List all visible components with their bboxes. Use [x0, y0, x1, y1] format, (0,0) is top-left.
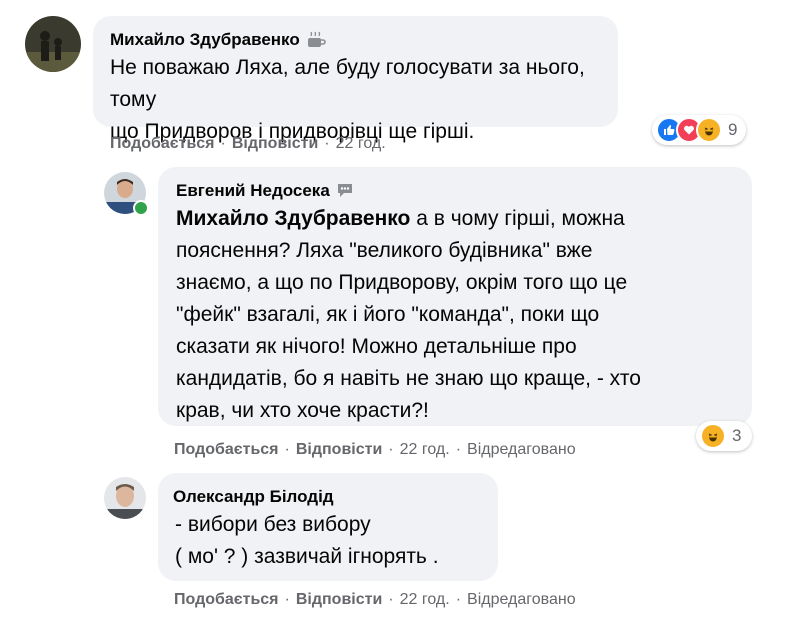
- separator: ·: [455, 591, 462, 608]
- avatar[interactable]: [25, 16, 81, 72]
- separator: ·: [284, 441, 290, 458]
- comment-actions: Подобається · Відповісти · 22 год.: [110, 135, 386, 153]
- timestamp[interactable]: 22 год.: [400, 591, 450, 609]
- edited-label[interactable]: Відредаговано: [467, 591, 576, 609]
- speech-bubble-icon: [336, 182, 356, 200]
- like-link[interactable]: Подобається: [174, 441, 279, 459]
- comment-text: Михайло Здубравенко а в чому гірші, можн…: [176, 203, 736, 427]
- comment-actions: Подобається · Відповісти · 22 год. · Від…: [174, 441, 576, 459]
- reply-link[interactable]: Відповісти: [296, 441, 382, 459]
- separator: ·: [220, 135, 226, 152]
- reply-link[interactable]: Відповісти: [232, 135, 318, 153]
- haha-reaction-icon: [700, 423, 726, 449]
- comment-bubble: Михайло Здубравенко Не поважаю Ляха, але…: [93, 16, 618, 143]
- comment-bubble: Олександр Білодід - вибори без вибору ( …: [158, 473, 498, 581]
- comment-bubble: Евгений Недосека Михайло Здубравенко а в…: [158, 167, 752, 426]
- comment-author: Олександр Білодід: [173, 487, 482, 507]
- like-link[interactable]: Подобається: [174, 591, 279, 609]
- separator: ·: [284, 591, 290, 608]
- comment-line-text: а в чому гірші, можна: [410, 207, 625, 230]
- author-name[interactable]: Евгений Недосека: [176, 181, 330, 201]
- timestamp[interactable]: 22 год.: [400, 441, 450, 459]
- comment-line: крав, чи хто хоче красти?!: [176, 399, 429, 422]
- comment-line: - вибори без вибору: [175, 513, 371, 536]
- separator: ·: [455, 441, 462, 458]
- comment-line: знаємо, а що по Придворову, окрім того щ…: [176, 271, 628, 294]
- comment-line: ( мо' ? ) зазвичай ігнорять .: [175, 545, 439, 568]
- online-status-icon: [133, 200, 149, 216]
- reaction-count: 9: [728, 120, 738, 139]
- comment-line: Михайло Здубравенко а в чому гірші, можн…: [176, 203, 736, 235]
- like-link[interactable]: Подобається: [110, 135, 215, 153]
- separator: ·: [324, 135, 330, 152]
- comment-line: пояснення? Ляха "великого будівника" вже: [176, 239, 593, 262]
- comment-text: - вибори без вибору ( мо' ? ) зазвичай і…: [173, 509, 482, 573]
- author-name[interactable]: Михайло Здубравенко: [110, 30, 300, 50]
- comment-actions: Подобається · Відповісти · 22 год. · Від…: [174, 591, 576, 609]
- comment-author: Евгений Недосека: [176, 181, 736, 201]
- coffee-cup-icon: [306, 31, 326, 49]
- edited-label[interactable]: Відредаговано: [467, 441, 576, 459]
- haha-reaction-icon: [696, 117, 722, 143]
- comment-line: Не поважаю Ляха, але буду голосувати за …: [110, 56, 585, 111]
- comment-text: Не поважаю Ляха, але буду голосувати за …: [110, 52, 602, 148]
- mention-link[interactable]: Михайло Здубравенко: [176, 207, 410, 230]
- comment-line: сказати як нічого! Можно детальніше про: [176, 335, 577, 358]
- reaction-summary[interactable]: 3: [696, 421, 752, 451]
- comment-line: "фейк" взагалі, як і його "команда", пок…: [176, 303, 600, 326]
- reply-link[interactable]: Відповісти: [296, 591, 382, 609]
- timestamp[interactable]: 22 год.: [336, 135, 386, 153]
- separator: ·: [388, 591, 394, 608]
- author-name[interactable]: Олександр Білодід: [173, 487, 334, 507]
- comment-line: кандидатів, бо я навіть не знаю що краще…: [176, 367, 641, 390]
- separator: ·: [388, 441, 394, 458]
- comment-author: Михайло Здубравенко: [110, 30, 602, 50]
- avatar[interactable]: [104, 477, 146, 519]
- reaction-count: 3: [732, 426, 742, 445]
- reaction-summary[interactable]: 9: [652, 115, 746, 145]
